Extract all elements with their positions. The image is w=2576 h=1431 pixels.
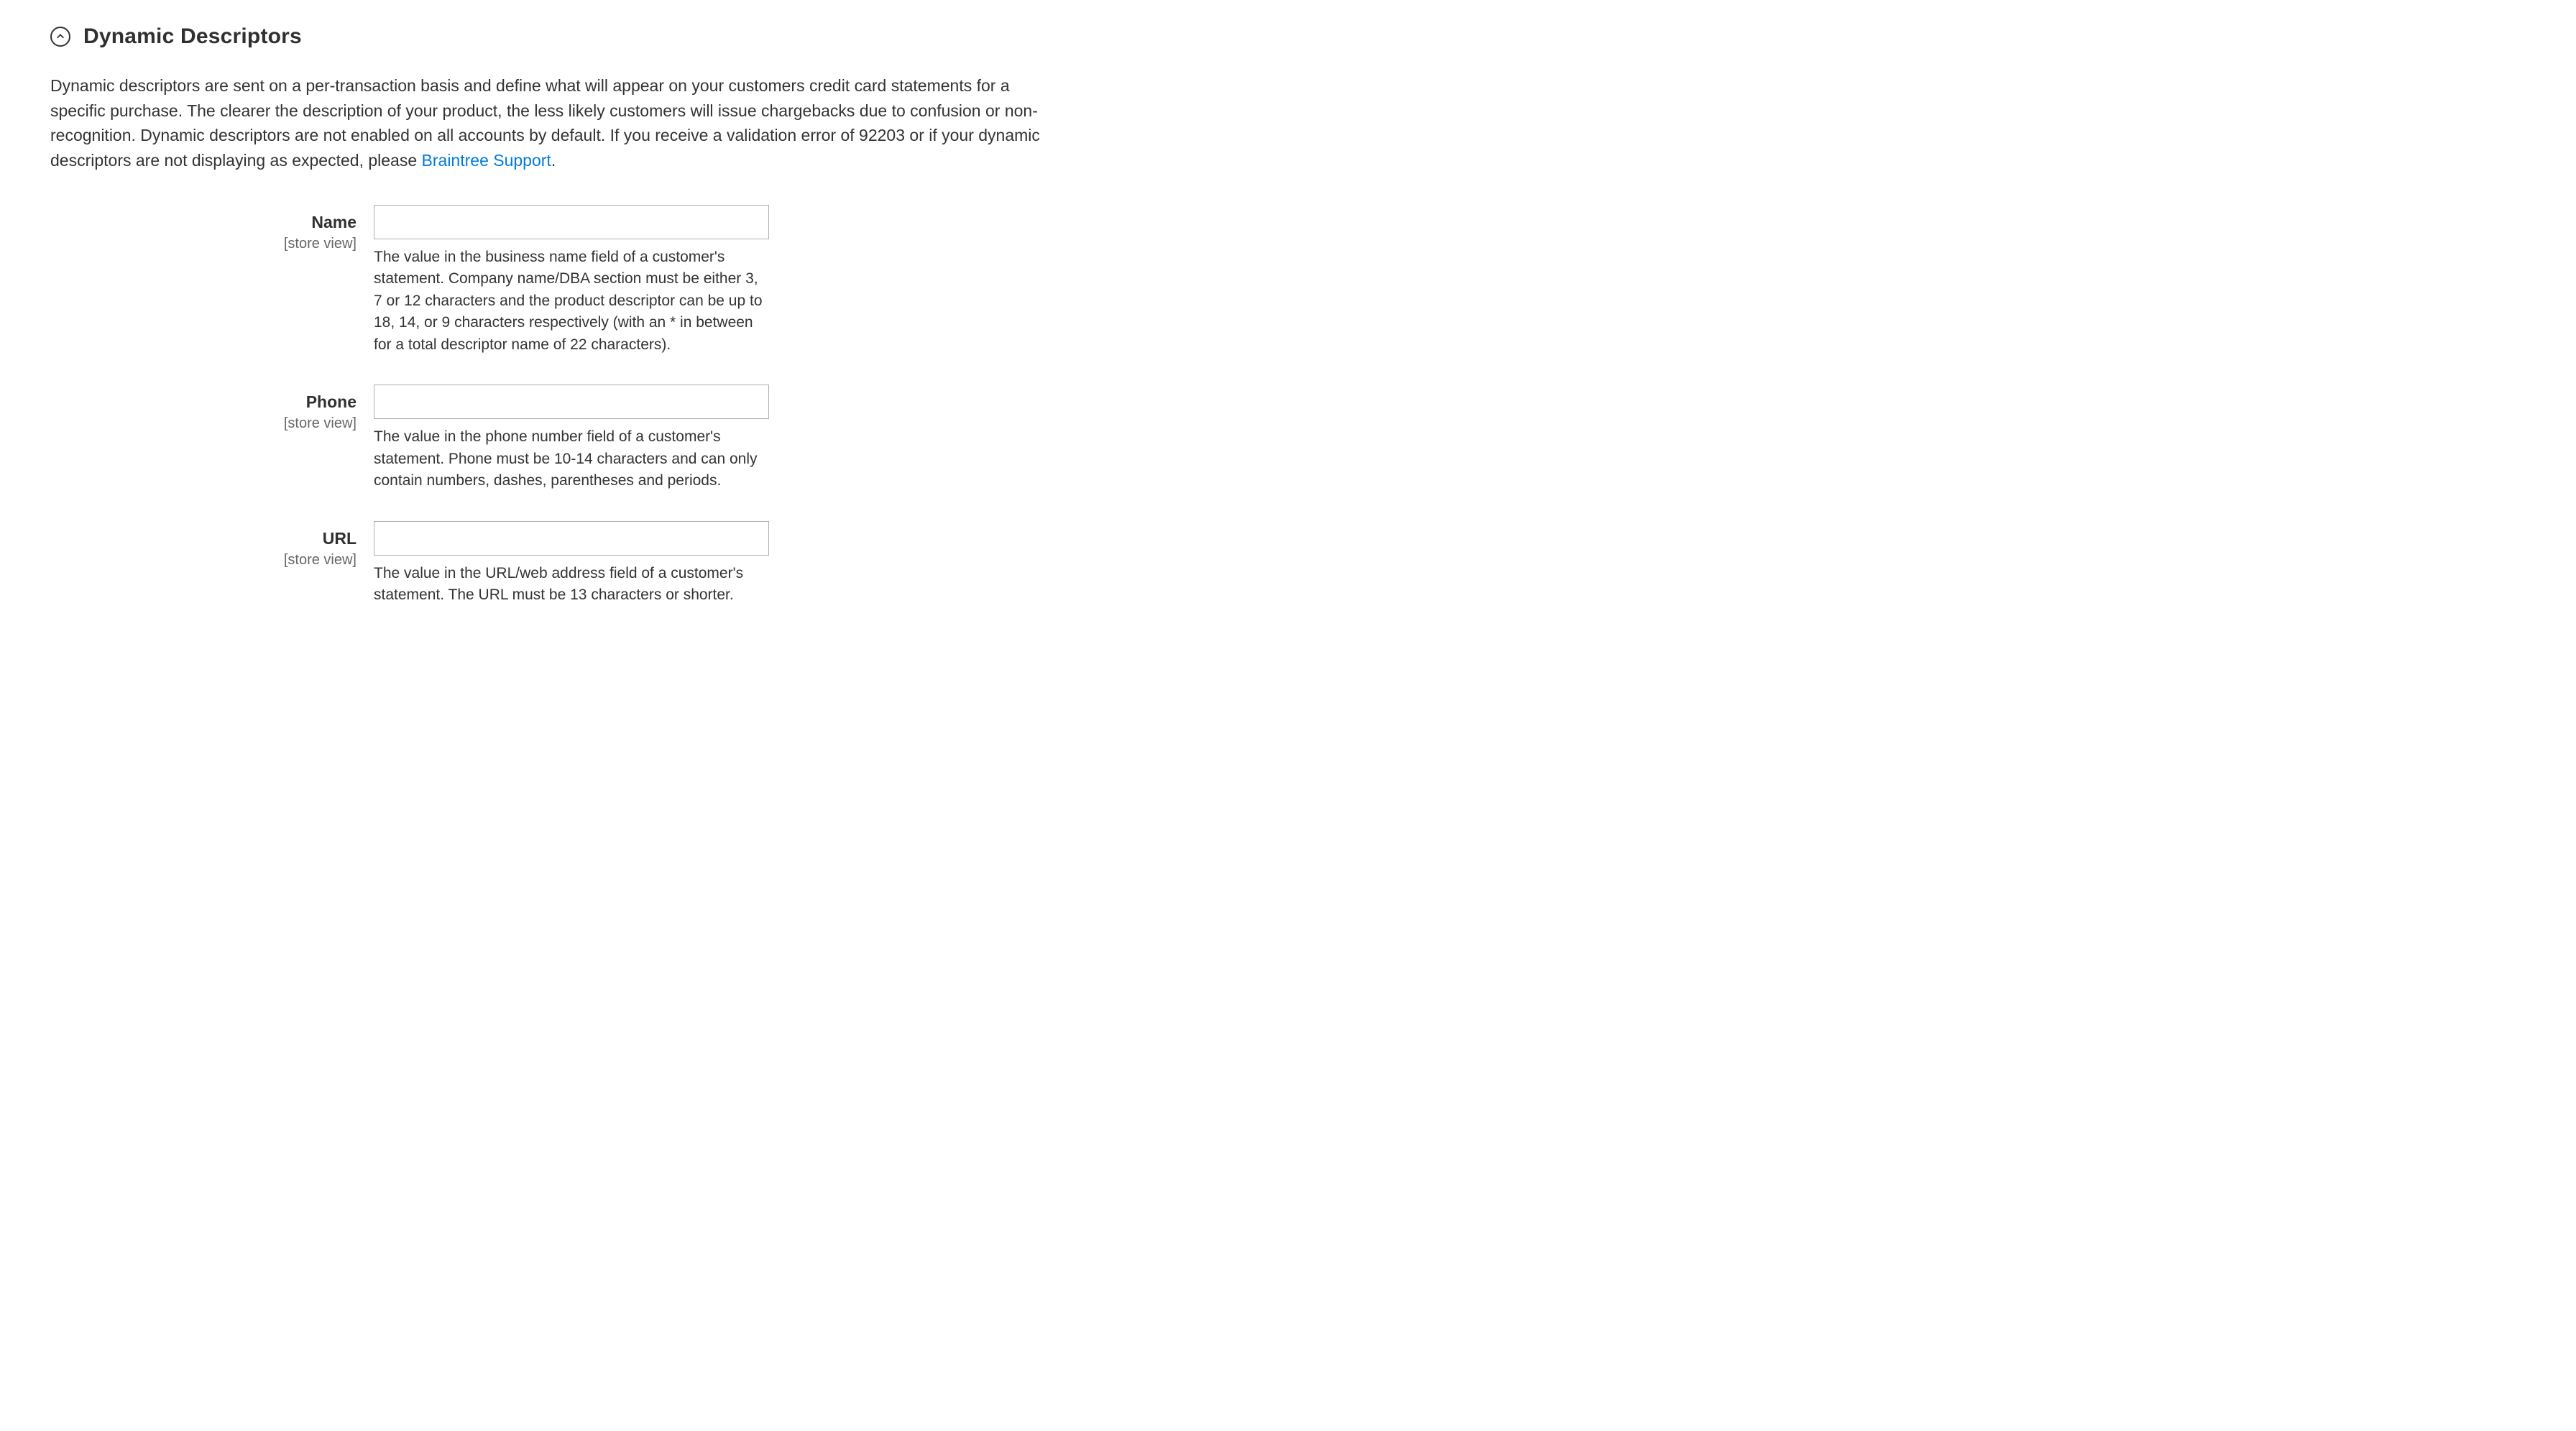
label-column: URL [store view] (50, 521, 374, 570)
chevron-up-icon (50, 27, 70, 47)
url-scope: [store view] (50, 550, 356, 570)
intro-suffix: . (551, 151, 556, 170)
phone-scope: [store view] (50, 413, 356, 433)
phone-input[interactable] (374, 385, 769, 419)
phone-help-text: The value in the phone number field of a… (374, 426, 769, 492)
name-input[interactable] (374, 205, 769, 239)
input-column: The value in the URL/web address field o… (374, 521, 769, 607)
section-title: Dynamic Descriptors (83, 22, 302, 52)
name-label: Name (50, 211, 356, 234)
url-input[interactable] (374, 521, 769, 556)
input-column: The value in the business name field of … (374, 205, 769, 356)
phone-label: Phone (50, 390, 356, 413)
field-row-phone: Phone [store view] The value in the phon… (50, 385, 2526, 492)
section-description: Dynamic descriptors are sent on a per-tr… (50, 73, 1042, 172)
section-header-toggle[interactable]: Dynamic Descriptors (50, 22, 2526, 52)
label-column: Phone [store view] (50, 385, 374, 433)
braintree-support-link[interactable]: Braintree Support (422, 151, 551, 170)
name-scope: [store view] (50, 234, 356, 254)
url-help-text: The value in the URL/web address field o… (374, 563, 769, 607)
url-label: URL (50, 527, 356, 550)
field-row-url: URL [store view] The value in the URL/we… (50, 521, 2526, 607)
name-help-text: The value in the business name field of … (374, 247, 769, 356)
field-row-name: Name [store view] The value in the busin… (50, 205, 2526, 356)
input-column: The value in the phone number field of a… (374, 385, 769, 492)
label-column: Name [store view] (50, 205, 374, 254)
